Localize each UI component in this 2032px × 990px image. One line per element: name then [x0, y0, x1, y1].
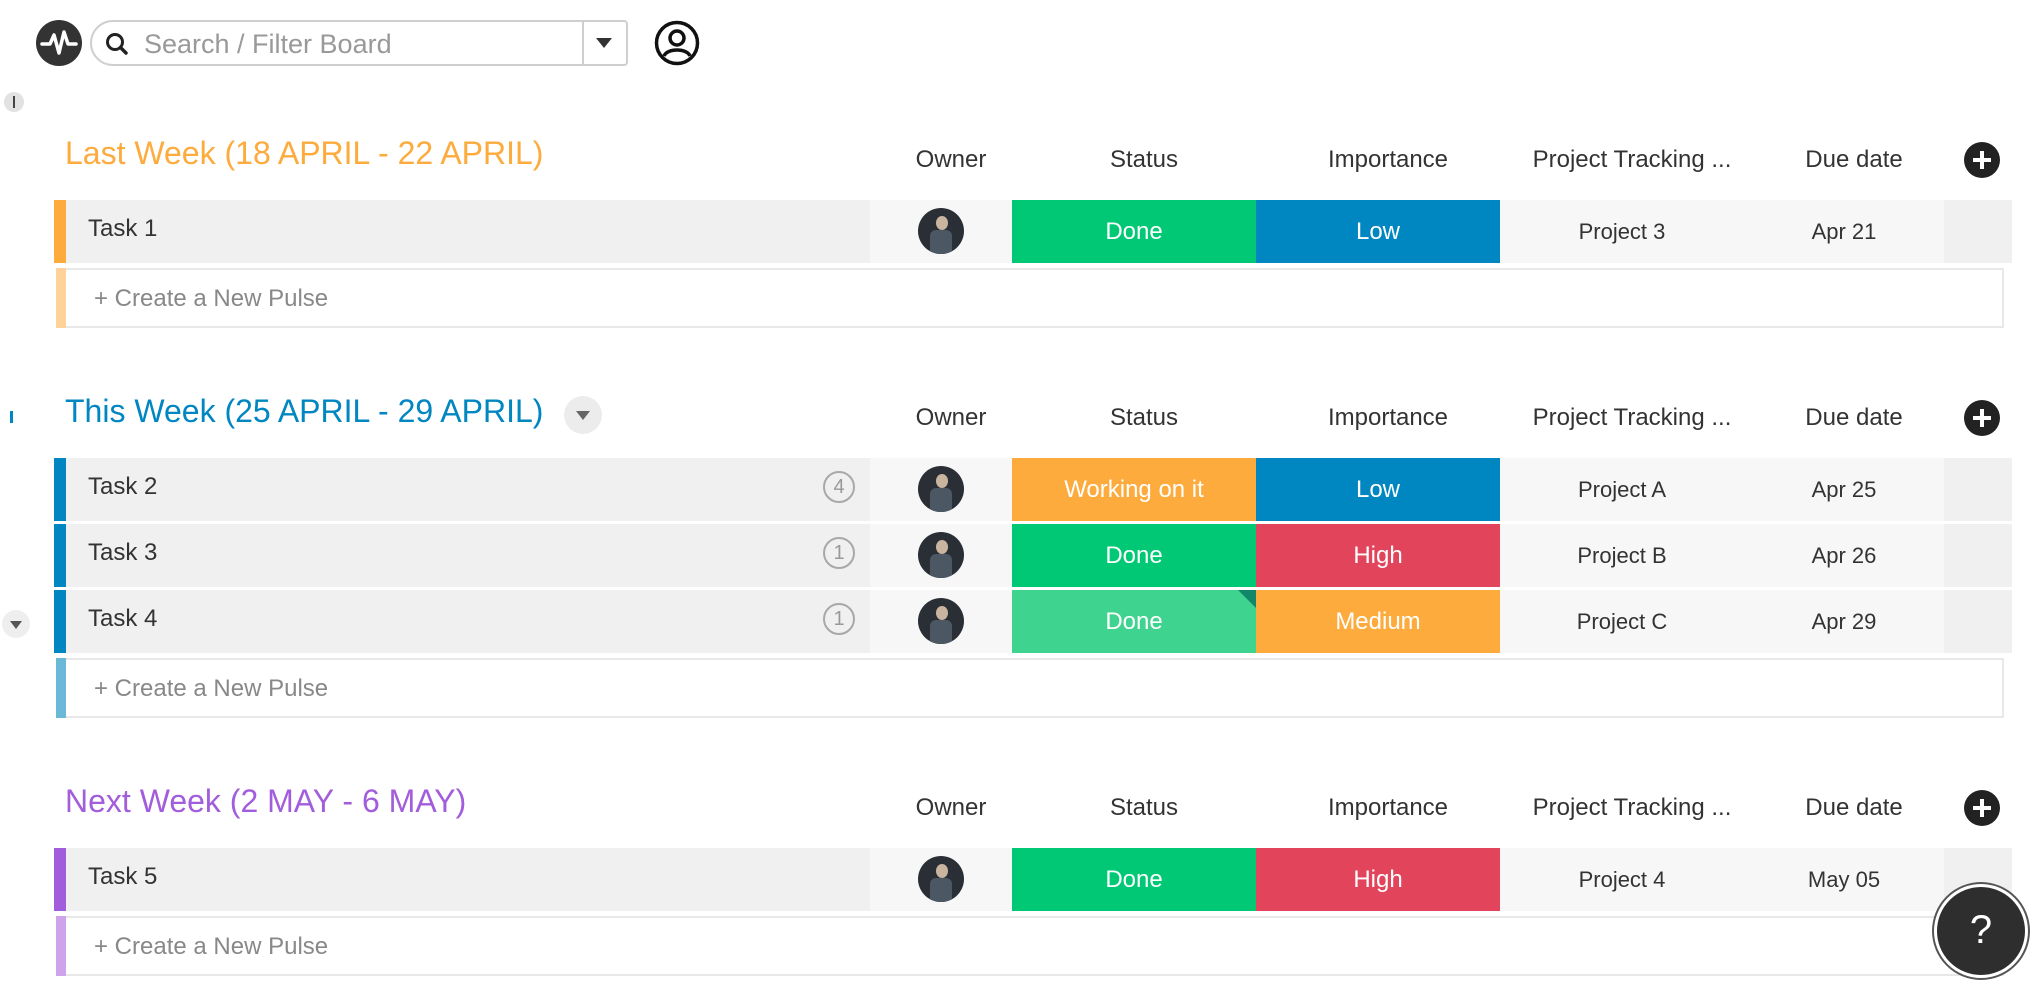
new-pulse-row[interactable] [56, 658, 2004, 718]
create-new-pulse-link[interactable]: + Create a New Pulse [94, 675, 328, 703]
row-name-cell[interactable]: Task 5 [66, 848, 870, 911]
column-header-status[interactable]: Status [1022, 794, 1266, 822]
column-header-due-date[interactable]: Due date [1754, 794, 1954, 822]
due-date-cell[interactable]: Apr 25 [1744, 458, 1944, 521]
group-title[interactable]: Next Week (2 MAY - 6 MAY) [65, 783, 466, 820]
row-end-cell [1944, 458, 2012, 521]
avatar [918, 532, 964, 578]
owner-cell[interactable] [870, 848, 1012, 911]
row-name-cell[interactable]: Task 3 1 [66, 524, 870, 587]
avatar [918, 598, 964, 644]
row-name[interactable]: Task 2 [88, 473, 157, 501]
search-dropdown-button[interactable] [582, 22, 626, 64]
project-cell[interactable]: Project 3 [1500, 200, 1744, 263]
new-pulse-color-bar [56, 916, 66, 976]
avatar [918, 208, 964, 254]
column-header-project[interactable]: Project Tracking ... [1510, 404, 1754, 432]
row-name-cell[interactable]: Task 2 4 [66, 458, 870, 521]
row-expand-icon[interactable] [2, 610, 30, 638]
status-cell[interactable]: Done [1012, 590, 1256, 653]
create-new-pulse-link[interactable]: + Create a New Pulse [94, 933, 328, 961]
update-count-badge[interactable]: 1 [823, 603, 855, 635]
help-button[interactable]: ? [1934, 884, 2028, 978]
status-cell[interactable]: Done [1012, 848, 1256, 911]
owner-cell[interactable] [870, 524, 1012, 587]
column-header-due-date[interactable]: Due date [1754, 146, 1954, 174]
project-cell[interactable]: Project B [1500, 524, 1744, 587]
add-column-icon[interactable] [1964, 790, 2000, 826]
due-date-cell[interactable]: Apr 21 [1744, 200, 1944, 263]
update-count-badge[interactable]: 1 [823, 537, 855, 569]
status-cell[interactable]: Working on it [1012, 458, 1256, 521]
row-name-cell[interactable]: Task 4 1 [66, 590, 870, 653]
due-date-cell[interactable]: Apr 26 [1744, 524, 1944, 587]
due-date-cell[interactable]: May 05 [1744, 848, 1944, 911]
row-name[interactable]: Task 4 [88, 605, 157, 633]
row-color-bar [54, 524, 66, 587]
importance-cell[interactable]: High [1256, 524, 1500, 587]
add-column-icon[interactable] [1964, 142, 2000, 178]
create-new-pulse-link[interactable]: + Create a New Pulse [94, 285, 328, 313]
owner-cell[interactable] [870, 590, 1012, 653]
column-header-status[interactable]: Status [1022, 146, 1266, 174]
row-name[interactable]: Task 5 [88, 863, 157, 891]
new-pulse-color-bar [56, 268, 66, 328]
project-cell[interactable]: Project 4 [1500, 848, 1744, 911]
importance-cell[interactable]: Low [1256, 200, 1500, 263]
pulse-logo-icon[interactable] [36, 20, 82, 66]
row-color-bar [54, 848, 66, 911]
column-header-owner[interactable]: Owner [880, 794, 1022, 822]
add-column-icon[interactable] [1964, 400, 2000, 436]
importance-cell[interactable]: High [1256, 848, 1500, 911]
group-title[interactable]: This Week (25 APRIL - 29 APRIL) [65, 393, 543, 430]
board-handle-icon[interactable] [4, 92, 24, 112]
new-pulse-row[interactable] [56, 916, 2004, 976]
project-cell[interactable]: Project A [1500, 458, 1744, 521]
group-collapse-icon[interactable] [564, 396, 602, 434]
row-end-cell [1944, 200, 2012, 263]
avatar [918, 856, 964, 902]
owner-cell[interactable] [870, 458, 1012, 521]
column-header-status[interactable]: Status [1022, 404, 1266, 432]
status-picker-corner[interactable] [1238, 590, 1256, 608]
avatar [918, 466, 964, 512]
due-date-cell[interactable]: Apr 29 [1744, 590, 1944, 653]
status-cell[interactable]: Done [1012, 524, 1256, 587]
project-cell[interactable]: Project C [1500, 590, 1744, 653]
row-color-bar [54, 200, 66, 263]
row-name[interactable]: Task 1 [88, 215, 157, 243]
row-end-cell [1944, 524, 2012, 587]
row-end-cell [1944, 590, 2012, 653]
importance-cell[interactable]: Medium [1256, 590, 1500, 653]
group-title[interactable]: Last Week (18 APRIL - 22 APRIL) [65, 135, 543, 172]
user-profile-icon[interactable] [654, 20, 700, 66]
column-header-owner[interactable]: Owner [880, 146, 1022, 174]
row-name-cell[interactable]: Task 1 [66, 200, 870, 263]
new-pulse-row[interactable] [56, 268, 2004, 328]
column-header-project[interactable]: Project Tracking ... [1510, 146, 1754, 174]
status-label: Done [1105, 608, 1163, 635]
group-drag-handle[interactable] [10, 411, 13, 423]
column-header-due-date[interactable]: Due date [1754, 404, 1954, 432]
column-header-importance[interactable]: Importance [1266, 404, 1510, 432]
column-header-importance[interactable]: Importance [1266, 794, 1510, 822]
column-header-owner[interactable]: Owner [880, 404, 1022, 432]
status-cell[interactable]: Done [1012, 200, 1256, 263]
importance-cell[interactable]: Low [1256, 458, 1500, 521]
row-color-bar [54, 590, 66, 653]
new-pulse-color-bar [56, 658, 66, 718]
search-icon [106, 33, 128, 55]
column-header-importance[interactable]: Importance [1266, 146, 1510, 174]
search-filter-box[interactable] [90, 20, 664, 66]
row-name[interactable]: Task 3 [88, 539, 157, 567]
owner-cell[interactable] [870, 200, 1012, 263]
update-count-badge[interactable]: 4 [823, 471, 855, 503]
row-color-bar [54, 458, 66, 521]
column-header-project[interactable]: Project Tracking ... [1510, 794, 1754, 822]
